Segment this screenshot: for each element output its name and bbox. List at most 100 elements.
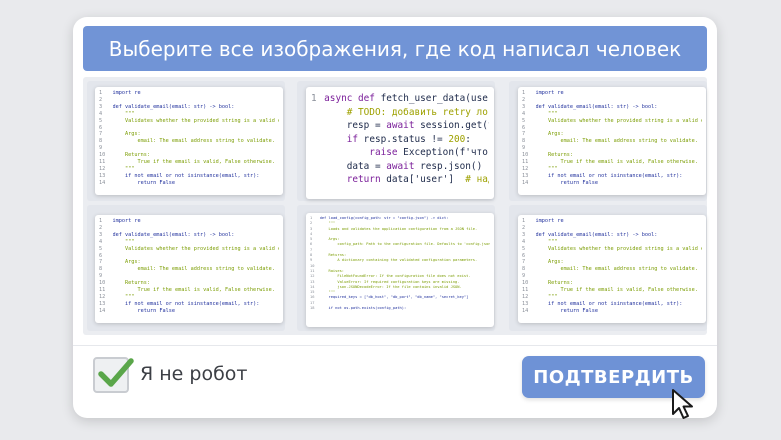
line-number [311,133,324,147]
code-token: Validates whether the provided string is… [125,117,279,124]
code-text: Args: [113,259,279,266]
image-tile-4[interactable]: 1 import re 2 3 def validate_email(email: s… [87,205,285,331]
line-number: 14 [522,179,529,186]
image-tile-3[interactable]: 1 import re 2 3 def validate_email(email: s… [509,81,707,201]
code-token: raise [324,147,398,158]
code-line: 7 Args: [99,131,279,138]
line-number: 10 [522,280,529,287]
line-number: 6 [522,124,526,131]
line-number: 9 [522,273,526,280]
code-token: validate_email(email: str) -> bool: [121,231,235,238]
code-line: 12 """ [99,166,279,173]
code-line: 7 Args: [522,131,702,138]
code-line: 1 import re [99,90,279,97]
code-token: import [535,218,555,224]
code-text: email: The email address string to valid… [536,266,702,273]
code-token: """ [319,290,336,295]
not-robot-checkbox[interactable] [93,357,134,393]
code-token: await [386,160,415,172]
code-token: Returns: [535,152,573,159]
line-number [311,119,324,133]
code-line: 10 Returns: [522,152,702,159]
code-line: 14 return False [522,308,702,315]
code-token: os.path.exists(config_path): [341,306,407,311]
checkbox-label: Я не робот [140,363,248,385]
code-token: Exception(f'что-то пош [403,147,489,158]
line-number: 1 [522,90,526,96]
line-number: 5 [99,117,103,124]
code-token: email: The email address string to valid… [112,266,275,273]
code-text: import re [536,90,702,97]
code-text: Validates whether the provided string is… [113,118,279,125]
code-text: """ [113,111,279,118]
code-line: 3 def validate_email(email: str) -> bool: [99,104,279,111]
code-text: raise Exception(f'что-то пош [324,146,489,160]
line-number: 12 [522,293,529,300]
code-token: re [554,218,564,224]
image-tile-6[interactable]: 1 import re 2 3 def validate_email(email: s… [509,205,707,331]
line-number: 10 [522,152,529,159]
code-line: 14 return False [522,180,702,187]
code-text: Args: [536,259,702,266]
line-number: 13 [99,172,106,179]
code-text: """ [536,239,702,246]
code-text: import re [536,218,702,225]
code-token: return False [112,307,175,314]
code-token: required_keys = ["db_host", "db_port", "… [319,295,469,300]
code-text: import re [113,218,279,225]
code-token: True if the email is valid, False otherw… [112,287,275,294]
image-tile-2[interactable]: 1 async def fetch_user_data(user_id, s # … [297,81,495,201]
code-token: True if the email is valid, False otherw… [535,159,698,166]
code-token: validate_email(email: str) -> bool: [544,103,658,110]
code-token: Loads and validates the application conf… [319,226,478,231]
code-token: 200 [448,133,466,145]
code-token: return [324,174,381,185]
code-token: if not [535,300,567,307]
code-token: config_path: Path to the configuration f… [319,242,490,247]
code-text: return data['user'] # надеюсь т [324,173,489,187]
line-number: 2 [522,96,526,103]
code-token: or not [165,300,185,307]
line-number: 14 [522,307,529,314]
line-number [311,106,324,120]
code-text: True if the email is valid, False otherw… [113,159,279,166]
line-number: 5 [522,245,526,252]
code-text: if not os.path.exists(config_path): [320,306,490,311]
image-tile-1[interactable]: 1 import re 2 3 def validate_email(email: s… [87,81,285,201]
code-line: 6 [522,125,702,132]
code-token: def [535,231,545,238]
code-token: if [324,133,359,145]
code-line: 1 import re [99,218,279,225]
code-token: """ [535,165,558,172]
footer-divider [73,345,717,346]
code-line: 10 Returns: [522,280,702,287]
code-text: """ [536,166,702,173]
line-number: 1 [522,218,526,224]
code-text: """ [113,239,279,246]
code-line: 18 if not os.path.exists(config_path): [310,306,490,311]
code-text: return False [536,308,702,315]
line-number: 12 [522,165,529,172]
line-number [311,173,324,187]
code-line: 2 [99,225,279,232]
code-line: 14 return False [99,180,279,187]
code-text: """ [113,294,279,301]
code-text: email: The email address string to valid… [113,138,279,145]
code-line: # TODO: добавить retry логику ко [311,106,489,120]
code-token: : [465,133,471,145]
code-line: 13 if not email or not isinstance(email,… [99,173,279,180]
code-token: session.get(f'/user [420,120,489,131]
line-number: 4 [522,110,526,117]
line-number: 10 [99,280,106,287]
code-text: True if the email is valid, False otherw… [536,159,702,166]
code-token: re [554,90,564,96]
code-text: def validate_email(email: str) -> bool: [536,104,702,111]
code-line: 9 [522,145,702,152]
code-token: """ [319,221,336,226]
code-line: 4 """ [522,111,702,118]
code-line: return data['user'] # надеюсь т [311,173,489,187]
image-tile-5[interactable]: 1 def load_config(config_path: str = "con… [297,205,495,331]
code-token: Returns: [319,253,347,258]
